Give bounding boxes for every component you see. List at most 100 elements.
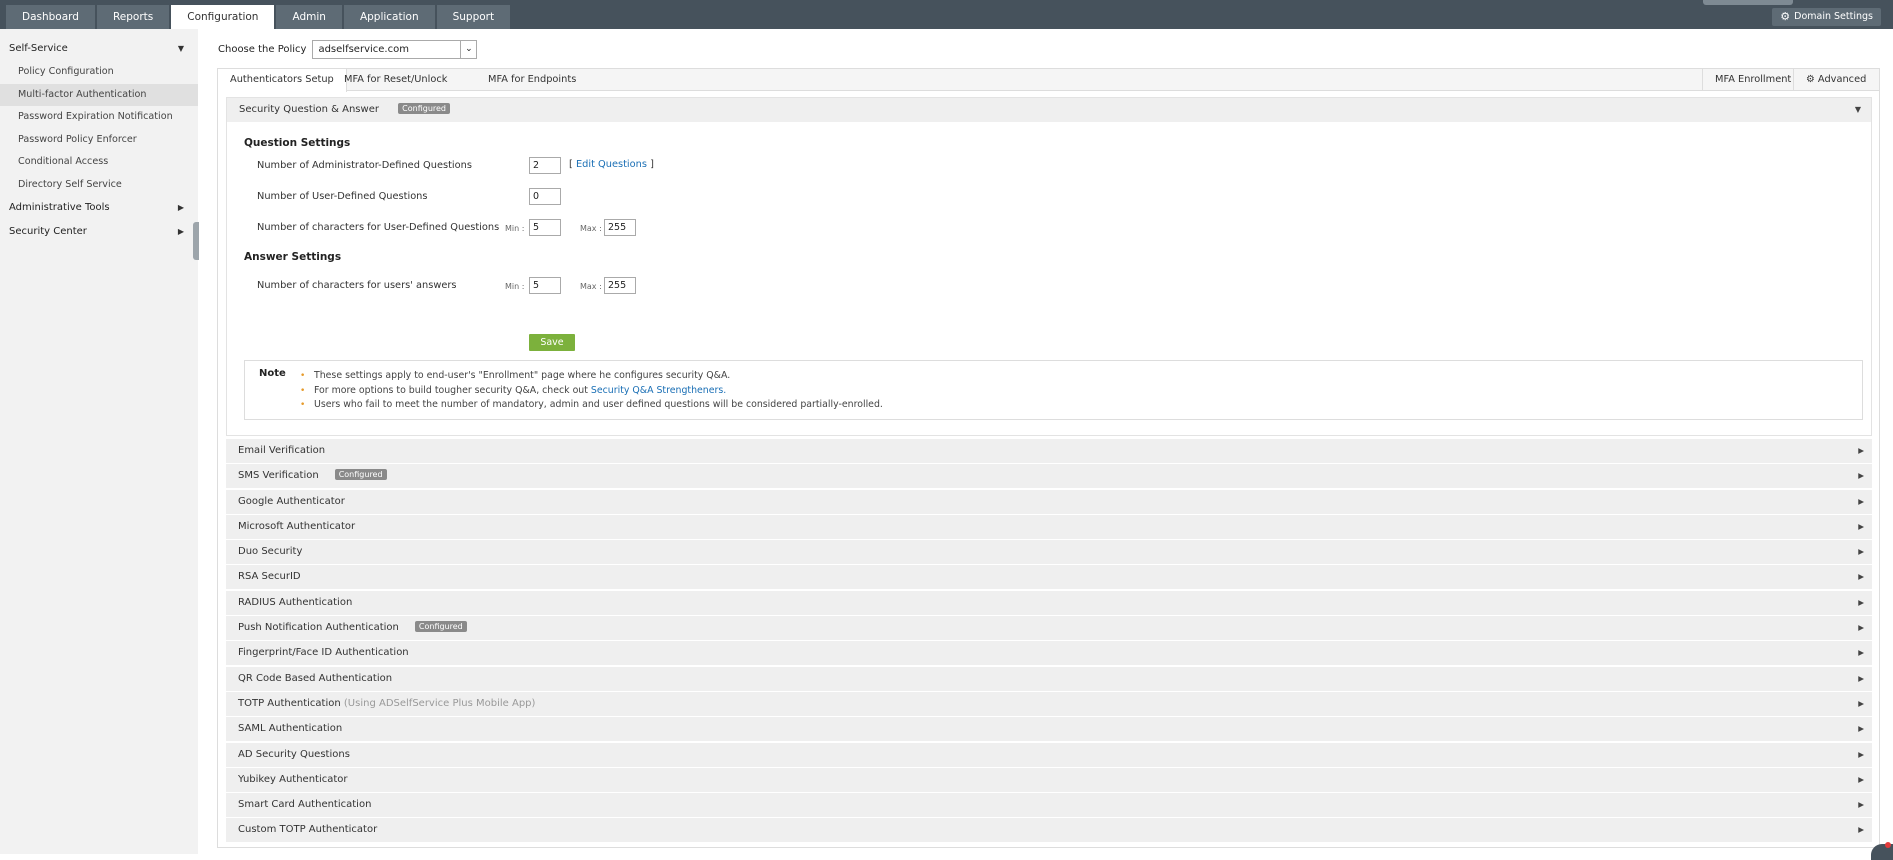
caret-right-icon: ▶ (1858, 591, 1864, 615)
tab-dashboard[interactable]: Dashboard (6, 5, 95, 29)
note-box: Note •These settings apply to end-user's… (244, 360, 1863, 420)
accordion-title: Smart Card Authentication (238, 799, 371, 810)
answer-chars-max-input[interactable]: 255 (604, 277, 636, 294)
sidebar-item-directory-self-service[interactable]: Directory Self Service (0, 174, 198, 197)
tab-application[interactable]: Application (344, 5, 435, 29)
policy-label: Choose the Policy (218, 44, 306, 55)
accordion-title: RSA SecurID (238, 571, 301, 582)
answer-chars-label: Number of characters for users' answers (257, 280, 457, 291)
tab-reports[interactable]: Reports (97, 5, 169, 29)
edit-questions-link[interactable]: Edit Questions (576, 159, 647, 170)
sidebar-section-label: Security Center (9, 226, 87, 237)
accordion-yubikey-authenticator[interactable]: Yubikey Authenticator▶ (226, 768, 1872, 792)
user-questions-input[interactable]: 0 (529, 188, 561, 205)
accordion-header-security-qa[interactable]: Security Question & Answer Configured ▼ (227, 98, 1871, 122)
gear-icon: ⚙ (1806, 74, 1815, 85)
note-item: •These settings apply to end-user's "Enr… (300, 369, 883, 384)
subtab-bar: Authenticators Setup MFA for Reset/Unloc… (218, 69, 1879, 91)
user-chars-max-input[interactable]: 255 (604, 219, 636, 236)
accordion-rsa-securid[interactable]: RSA SecurID ▶ (226, 565, 1872, 589)
caret-down-icon: ▼ (178, 37, 184, 61)
tab-mfa-enrollment[interactable]: MFA Enrollment (1702, 69, 1803, 91)
tab-mfa-reset-unlock[interactable]: MFA for Reset/Unlock (332, 69, 459, 91)
sidebar-item-multi-factor-authentication[interactable]: Multi-factor Authentication (0, 84, 198, 107)
accordion-security-qa: Security Question & Answer Configured ▼ … (226, 97, 1872, 436)
top-ghost-control (1703, 0, 1793, 5)
answer-chars-min-input[interactable]: 5 (529, 277, 561, 294)
caret-right-icon: ▶ (1858, 540, 1864, 564)
user-chars-label: Number of characters for User-Defined Qu… (257, 222, 499, 233)
accordion-title: Push Notification Authentication (238, 622, 399, 633)
sidebar-item-password-policy-enforcer[interactable]: Password Policy Enforcer (0, 129, 198, 152)
accordion-title: TOTP Authentication (238, 698, 341, 709)
caret-right-icon: ▶ (1858, 667, 1864, 691)
save-button[interactable]: Save (529, 334, 575, 351)
caret-right-icon: ▶ (178, 220, 184, 244)
accordion-title: RADIUS Authentication (238, 597, 352, 608)
tab-configuration[interactable]: Configuration (171, 5, 274, 29)
sidebar-item-policy-configuration[interactable]: Policy Configuration (0, 61, 198, 84)
edit-questions: [ Edit Questions ] (569, 159, 654, 170)
user-questions-label: Number of User-Defined Questions (257, 191, 428, 202)
admin-questions-label: Number of Administrator-Defined Question… (257, 160, 472, 171)
accordion-title: SAML Authentication (238, 723, 342, 734)
tab-admin[interactable]: Admin (276, 5, 341, 29)
bullet-icon: • (300, 398, 305, 413)
tab-mfa-endpoints[interactable]: MFA for Endpoints (476, 69, 588, 91)
accordion-sms-verification[interactable]: SMS VerificationConfigured▶ (226, 464, 1872, 488)
sidebar-section-label: Administrative Tools (9, 202, 110, 213)
advanced-button[interactable]: ⚙ Advanced (1793, 69, 1878, 91)
accordion-totp-authentication[interactable]: TOTP Authentication (Using ADSelfService… (226, 692, 1872, 716)
accordion-radius-authentication[interactable]: RADIUS Authentication ▶ (226, 591, 1872, 615)
accordion-saml-authentication[interactable]: SAML Authentication ▶ (226, 717, 1872, 741)
sidebar-item-password-expiration-notification[interactable]: Password Expiration Notification (0, 106, 198, 129)
sidebar-item-conditional-access[interactable]: Conditional Access (0, 151, 198, 174)
tab-support[interactable]: Support (437, 5, 511, 29)
accordion-google-authenticator[interactable]: Google Authenticator▶ (226, 490, 1872, 514)
accordion-duo-security[interactable]: Duo Security▶ (226, 540, 1872, 564)
max-label: Max : (580, 282, 602, 291)
sidebar-section-administrative-tools[interactable]: Administrative Tools ▶ (0, 196, 198, 220)
domain-settings-button[interactable]: ⚙ Domain Settings (1772, 8, 1881, 26)
main-content: Choose the Policy adselfservice.com ⌄ Au… (198, 29, 1893, 854)
bracket-open: [ (569, 159, 573, 170)
security-qa-strengtheners-link[interactable]: Security Q&A Strengtheners. (591, 385, 726, 396)
accordion-microsoft-authenticator[interactable]: Microsoft Authenticator▶ (226, 515, 1872, 539)
bracket-close: ] (650, 159, 654, 170)
caret-right-icon: ▶ (178, 196, 184, 220)
mfa-panel: Authenticators Setup MFA for Reset/Unloc… (217, 68, 1880, 848)
user-chars-min-input[interactable]: 5 (529, 219, 561, 236)
sidebar-section-security-center[interactable]: Security Center ▶ (0, 220, 198, 244)
configured-badge: Configured (398, 103, 450, 114)
accordion-email-verification[interactable]: Email Verification▶ (226, 439, 1872, 463)
caret-right-icon: ▶ (1858, 793, 1864, 817)
gear-icon: ⚙ (1780, 8, 1790, 26)
accordion-ad-security-questions[interactable]: AD Security Questions▶ (226, 743, 1872, 767)
accordion-push-notification[interactable]: Push Notification AuthenticationConfigur… (226, 616, 1872, 640)
caret-right-icon: ▶ (1858, 717, 1864, 741)
caret-right-icon: ▶ (1858, 768, 1864, 792)
admin-questions-input[interactable]: 2 (529, 157, 561, 174)
authenticator-list: Email Verification▶ SMS VerificationConf… (226, 439, 1872, 844)
accordion-subtitle: (Using ADSelfService Plus Mobile App) (344, 698, 536, 709)
accordion-title: Email Verification (238, 445, 325, 456)
note-item: •Users who fail to meet the number of ma… (300, 398, 883, 413)
notification-dot-icon (1885, 842, 1891, 848)
sidebar-section-self-service[interactable]: Self-Service ▼ (0, 37, 198, 61)
tab-authenticators-setup[interactable]: Authenticators Setup (218, 69, 347, 92)
question-settings-heading: Question Settings (244, 137, 350, 149)
bullet-icon: • (300, 384, 305, 399)
note-list: •These settings apply to end-user's "Enr… (300, 369, 883, 413)
policy-select[interactable]: adselfservice.com ⌄ (312, 40, 477, 59)
caret-right-icon: ▶ (1858, 565, 1864, 589)
min-label: Min : (505, 224, 524, 233)
caret-right-icon: ▶ (1858, 692, 1864, 716)
caret-down-icon: ▼ (1855, 98, 1861, 122)
accordion-qr-code[interactable]: QR Code Based Authentication▶ (226, 667, 1872, 691)
caret-right-icon: ▶ (1858, 641, 1864, 665)
accordion-fingerprint-face-id[interactable]: Fingerprint/Face ID Authentication▶ (226, 641, 1872, 665)
accordion-custom-totp[interactable]: Custom TOTP Authenticator▶ (226, 818, 1872, 842)
accordion-smart-card[interactable]: Smart Card Authentication ▶ (226, 793, 1872, 817)
accordion-title: SMS Verification (238, 470, 319, 481)
accordion-title: Custom TOTP Authenticator (238, 824, 377, 835)
